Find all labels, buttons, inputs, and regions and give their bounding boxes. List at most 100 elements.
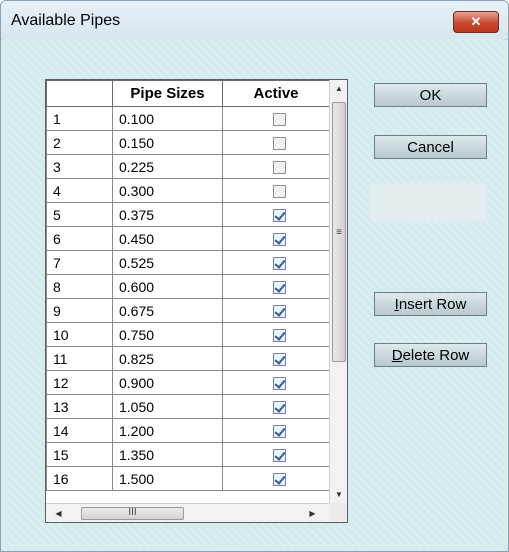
active-checkbox-unchecked[interactable]: [272, 137, 286, 151]
column-header-active[interactable]: Active: [222, 80, 329, 107]
pipe-size-cell[interactable]: 0.825: [112, 346, 223, 371]
active-checkbox-checked[interactable]: [272, 473, 286, 487]
table-row[interactable]: 13 1.050: [46, 394, 329, 419]
row-number-cell[interactable]: 13: [46, 394, 113, 419]
pipe-size-cell[interactable]: 0.450: [112, 226, 223, 251]
pipe-size-cell[interactable]: 0.600: [112, 274, 223, 299]
table-row[interactable]: 11 0.825: [46, 346, 329, 371]
active-cell: [222, 322, 329, 347]
row-number-cell[interactable]: 2: [46, 130, 113, 155]
active-cell: [222, 250, 329, 275]
active-cell: [222, 466, 329, 491]
pipes-grid: Pipe Sizes Active 1 0.100 2 0.150 3 0.225 4 0.3…: [45, 79, 348, 523]
active-checkbox-checked[interactable]: [272, 353, 286, 367]
row-number-cell[interactable]: 7: [46, 250, 113, 275]
pipes-table: Pipe Sizes Active 1 0.100 2 0.150 3 0.225 4 0.3…: [46, 80, 329, 491]
ok-button[interactable]: OK: [374, 83, 487, 107]
table-row[interactable]: 7 0.525: [46, 250, 329, 275]
column-header-rownum: [46, 80, 113, 107]
row-number-cell[interactable]: 16: [46, 466, 113, 491]
row-number-cell[interactable]: 11: [46, 346, 113, 371]
row-number-cell[interactable]: 4: [46, 178, 113, 203]
active-checkbox-checked[interactable]: [272, 257, 286, 271]
table-row[interactable]: 2 0.150: [46, 130, 329, 155]
active-checkbox-checked[interactable]: [272, 233, 286, 247]
pipe-size-cell[interactable]: 0.100: [112, 106, 223, 131]
active-checkbox-checked[interactable]: [272, 401, 286, 415]
scroll-right-icon[interactable]: ▶: [304, 504, 321, 522]
row-number-cell[interactable]: 10: [46, 322, 113, 347]
pipe-size-cell[interactable]: 1.200: [112, 418, 223, 443]
active-cell: [222, 370, 329, 395]
table-row[interactable]: 12 0.900: [46, 370, 329, 395]
table-row[interactable]: 10 0.750: [46, 322, 329, 347]
row-number-cell[interactable]: 8: [46, 274, 113, 299]
table-row[interactable]: 3 0.225: [46, 154, 329, 179]
vertical-scrollbar[interactable]: ▲ ≡ ▼: [329, 80, 347, 503]
pipe-size-cell[interactable]: 0.150: [112, 130, 223, 155]
active-checkbox-checked[interactable]: [272, 209, 286, 223]
scroll-down-icon[interactable]: ▼: [330, 486, 347, 503]
table-row[interactable]: 8 0.600: [46, 274, 329, 299]
row-number-cell[interactable]: 14: [46, 418, 113, 443]
dialog-window: Available Pipes ✕ Pipe Sizes Active 1 0.…: [0, 0, 509, 552]
pipe-size-cell[interactable]: 0.675: [112, 298, 223, 323]
active-cell: [222, 298, 329, 323]
pipe-size-cell[interactable]: 0.900: [112, 370, 223, 395]
pipe-size-cell[interactable]: 0.750: [112, 322, 223, 347]
table-row[interactable]: 16 1.500: [46, 466, 329, 491]
active-checkbox-checked[interactable]: [272, 281, 286, 295]
delete-row-button[interactable]: Delete Row: [374, 343, 487, 367]
pipe-size-cell[interactable]: 1.350: [112, 442, 223, 467]
pipe-size-cell[interactable]: 0.375: [112, 202, 223, 227]
row-number-cell[interactable]: 6: [46, 226, 113, 251]
table-row[interactable]: 15 1.350: [46, 442, 329, 467]
active-checkbox-checked[interactable]: [272, 329, 286, 343]
horizontal-scrollbar[interactable]: ◀ III ▶: [46, 503, 329, 522]
scroll-left-icon[interactable]: ◀: [50, 504, 67, 522]
row-number-cell[interactable]: 1: [46, 106, 113, 131]
active-cell: [222, 346, 329, 371]
active-cell: [222, 202, 329, 227]
table-row[interactable]: 5 0.375: [46, 202, 329, 227]
active-checkbox-checked[interactable]: [272, 305, 286, 319]
active-checkbox-unchecked[interactable]: [272, 185, 286, 199]
active-cell: [222, 274, 329, 299]
title-bar[interactable]: Available Pipes ✕: [1, 1, 508, 40]
table-row[interactable]: 9 0.675: [46, 298, 329, 323]
column-header-pipe-sizes[interactable]: Pipe Sizes: [112, 80, 223, 107]
active-checkbox-checked[interactable]: [272, 377, 286, 391]
pipe-size-cell[interactable]: 0.225: [112, 154, 223, 179]
pipe-size-cell[interactable]: 1.050: [112, 394, 223, 419]
pipe-size-cell[interactable]: 0.525: [112, 250, 223, 275]
horizontal-scroll-thumb[interactable]: III: [81, 507, 184, 520]
active-checkbox-unchecked[interactable]: [272, 113, 286, 127]
row-number-cell[interactable]: 9: [46, 298, 113, 323]
active-checkbox-checked[interactable]: [272, 425, 286, 439]
active-cell: [222, 442, 329, 467]
scroll-up-icon[interactable]: ▲: [330, 80, 347, 97]
row-number-cell[interactable]: 3: [46, 154, 113, 179]
active-checkbox-unchecked[interactable]: [272, 161, 286, 175]
active-checkbox-checked[interactable]: [272, 449, 286, 463]
row-number-cell[interactable]: 5: [46, 202, 113, 227]
table-row[interactable]: 6 0.450: [46, 226, 329, 251]
insert-row-button[interactable]: Insert Row: [374, 292, 487, 316]
active-cell: [222, 130, 329, 155]
row-number-cell[interactable]: 12: [46, 370, 113, 395]
table-row[interactable]: 1 0.100: [46, 106, 329, 131]
pipe-size-cell[interactable]: 1.500: [112, 466, 223, 491]
close-button[interactable]: ✕: [453, 11, 499, 33]
active-cell: [222, 394, 329, 419]
table-row[interactable]: 14 1.200: [46, 418, 329, 443]
row-number-cell[interactable]: 15: [46, 442, 113, 467]
table-row[interactable]: 4 0.300: [46, 178, 329, 203]
grid-body: Pipe Sizes Active 1 0.100 2 0.150 3 0.225 4 0.3…: [46, 80, 329, 503]
vertical-scroll-thumb[interactable]: ≡: [332, 102, 346, 362]
active-cell: [222, 106, 329, 131]
dialog-client-area: Pipe Sizes Active 1 0.100 2 0.150 3 0.225 4 0.3…: [4, 39, 504, 547]
delete-row-mnemonic: D: [391, 346, 403, 364]
active-cell: [222, 154, 329, 179]
cancel-button[interactable]: Cancel: [374, 135, 487, 159]
pipe-size-cell[interactable]: 0.300: [112, 178, 223, 203]
